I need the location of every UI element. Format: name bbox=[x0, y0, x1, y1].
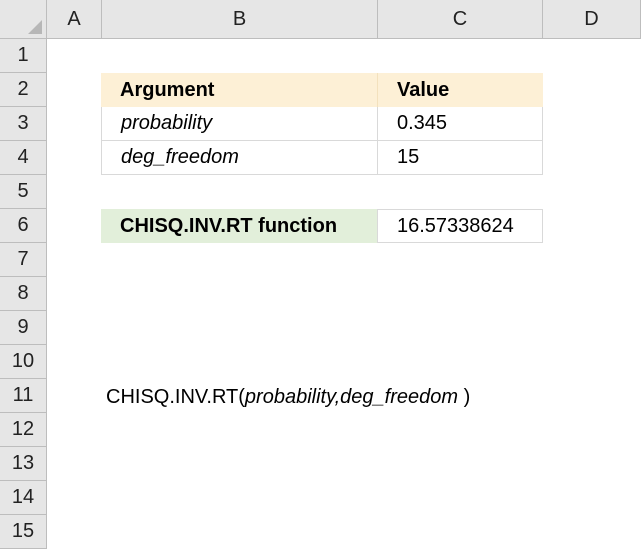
column-header-c[interactable]: C bbox=[378, 0, 543, 39]
table-header-value[interactable]: Value bbox=[378, 73, 543, 107]
row-header-5[interactable]: 5 bbox=[0, 175, 47, 209]
row-header-2[interactable]: 2 bbox=[0, 73, 47, 107]
row-header-7[interactable]: 7 bbox=[0, 243, 47, 277]
row-header-4[interactable]: 4 bbox=[0, 141, 47, 175]
row-header-15[interactable]: 15 bbox=[0, 515, 47, 549]
column-header-d[interactable]: D bbox=[543, 0, 641, 39]
row-header-11[interactable]: 11 bbox=[0, 379, 47, 413]
row-header-13[interactable]: 13 bbox=[0, 447, 47, 481]
row-header-14[interactable]: 14 bbox=[0, 481, 47, 515]
column-header-a[interactable]: A bbox=[47, 0, 102, 39]
syntax-suffix: ) bbox=[458, 385, 471, 408]
row-header-1[interactable]: 1 bbox=[0, 39, 47, 73]
column-header-b[interactable]: B bbox=[102, 0, 378, 39]
row-header-6[interactable]: 6 bbox=[0, 209, 47, 243]
argument-probability[interactable]: probability bbox=[101, 107, 378, 141]
syntax-text[interactable]: CHISQ.INV.RT(probability,deg_freedom ) bbox=[106, 381, 470, 413]
function-label-cell[interactable]: CHISQ.INV.RT function bbox=[101, 209, 378, 243]
value-deg-freedom[interactable]: 15 bbox=[378, 141, 543, 175]
row-header-9[interactable]: 9 bbox=[0, 311, 47, 345]
value-probability[interactable]: 0.345 bbox=[378, 107, 543, 141]
row-header-10[interactable]: 10 bbox=[0, 345, 47, 379]
select-all-triangle-icon bbox=[28, 20, 42, 34]
row-header-3[interactable]: 3 bbox=[0, 107, 47, 141]
argument-deg-freedom[interactable]: deg_freedom bbox=[101, 141, 378, 175]
row-header-12[interactable]: 12 bbox=[0, 413, 47, 447]
spreadsheet-grid: A B C D 1 2 3 4 5 6 7 8 9 10 11 12 13 14… bbox=[0, 0, 641, 549]
syntax-arguments: probability,deg_freedom bbox=[244, 385, 459, 408]
table-header-argument[interactable]: Argument bbox=[101, 73, 378, 107]
syntax-prefix: CHISQ.INV.RT( bbox=[106, 385, 245, 408]
row-header-8[interactable]: 8 bbox=[0, 277, 47, 311]
function-result-cell[interactable]: 16.57338624 bbox=[378, 209, 543, 243]
select-all-button[interactable] bbox=[0, 0, 47, 39]
